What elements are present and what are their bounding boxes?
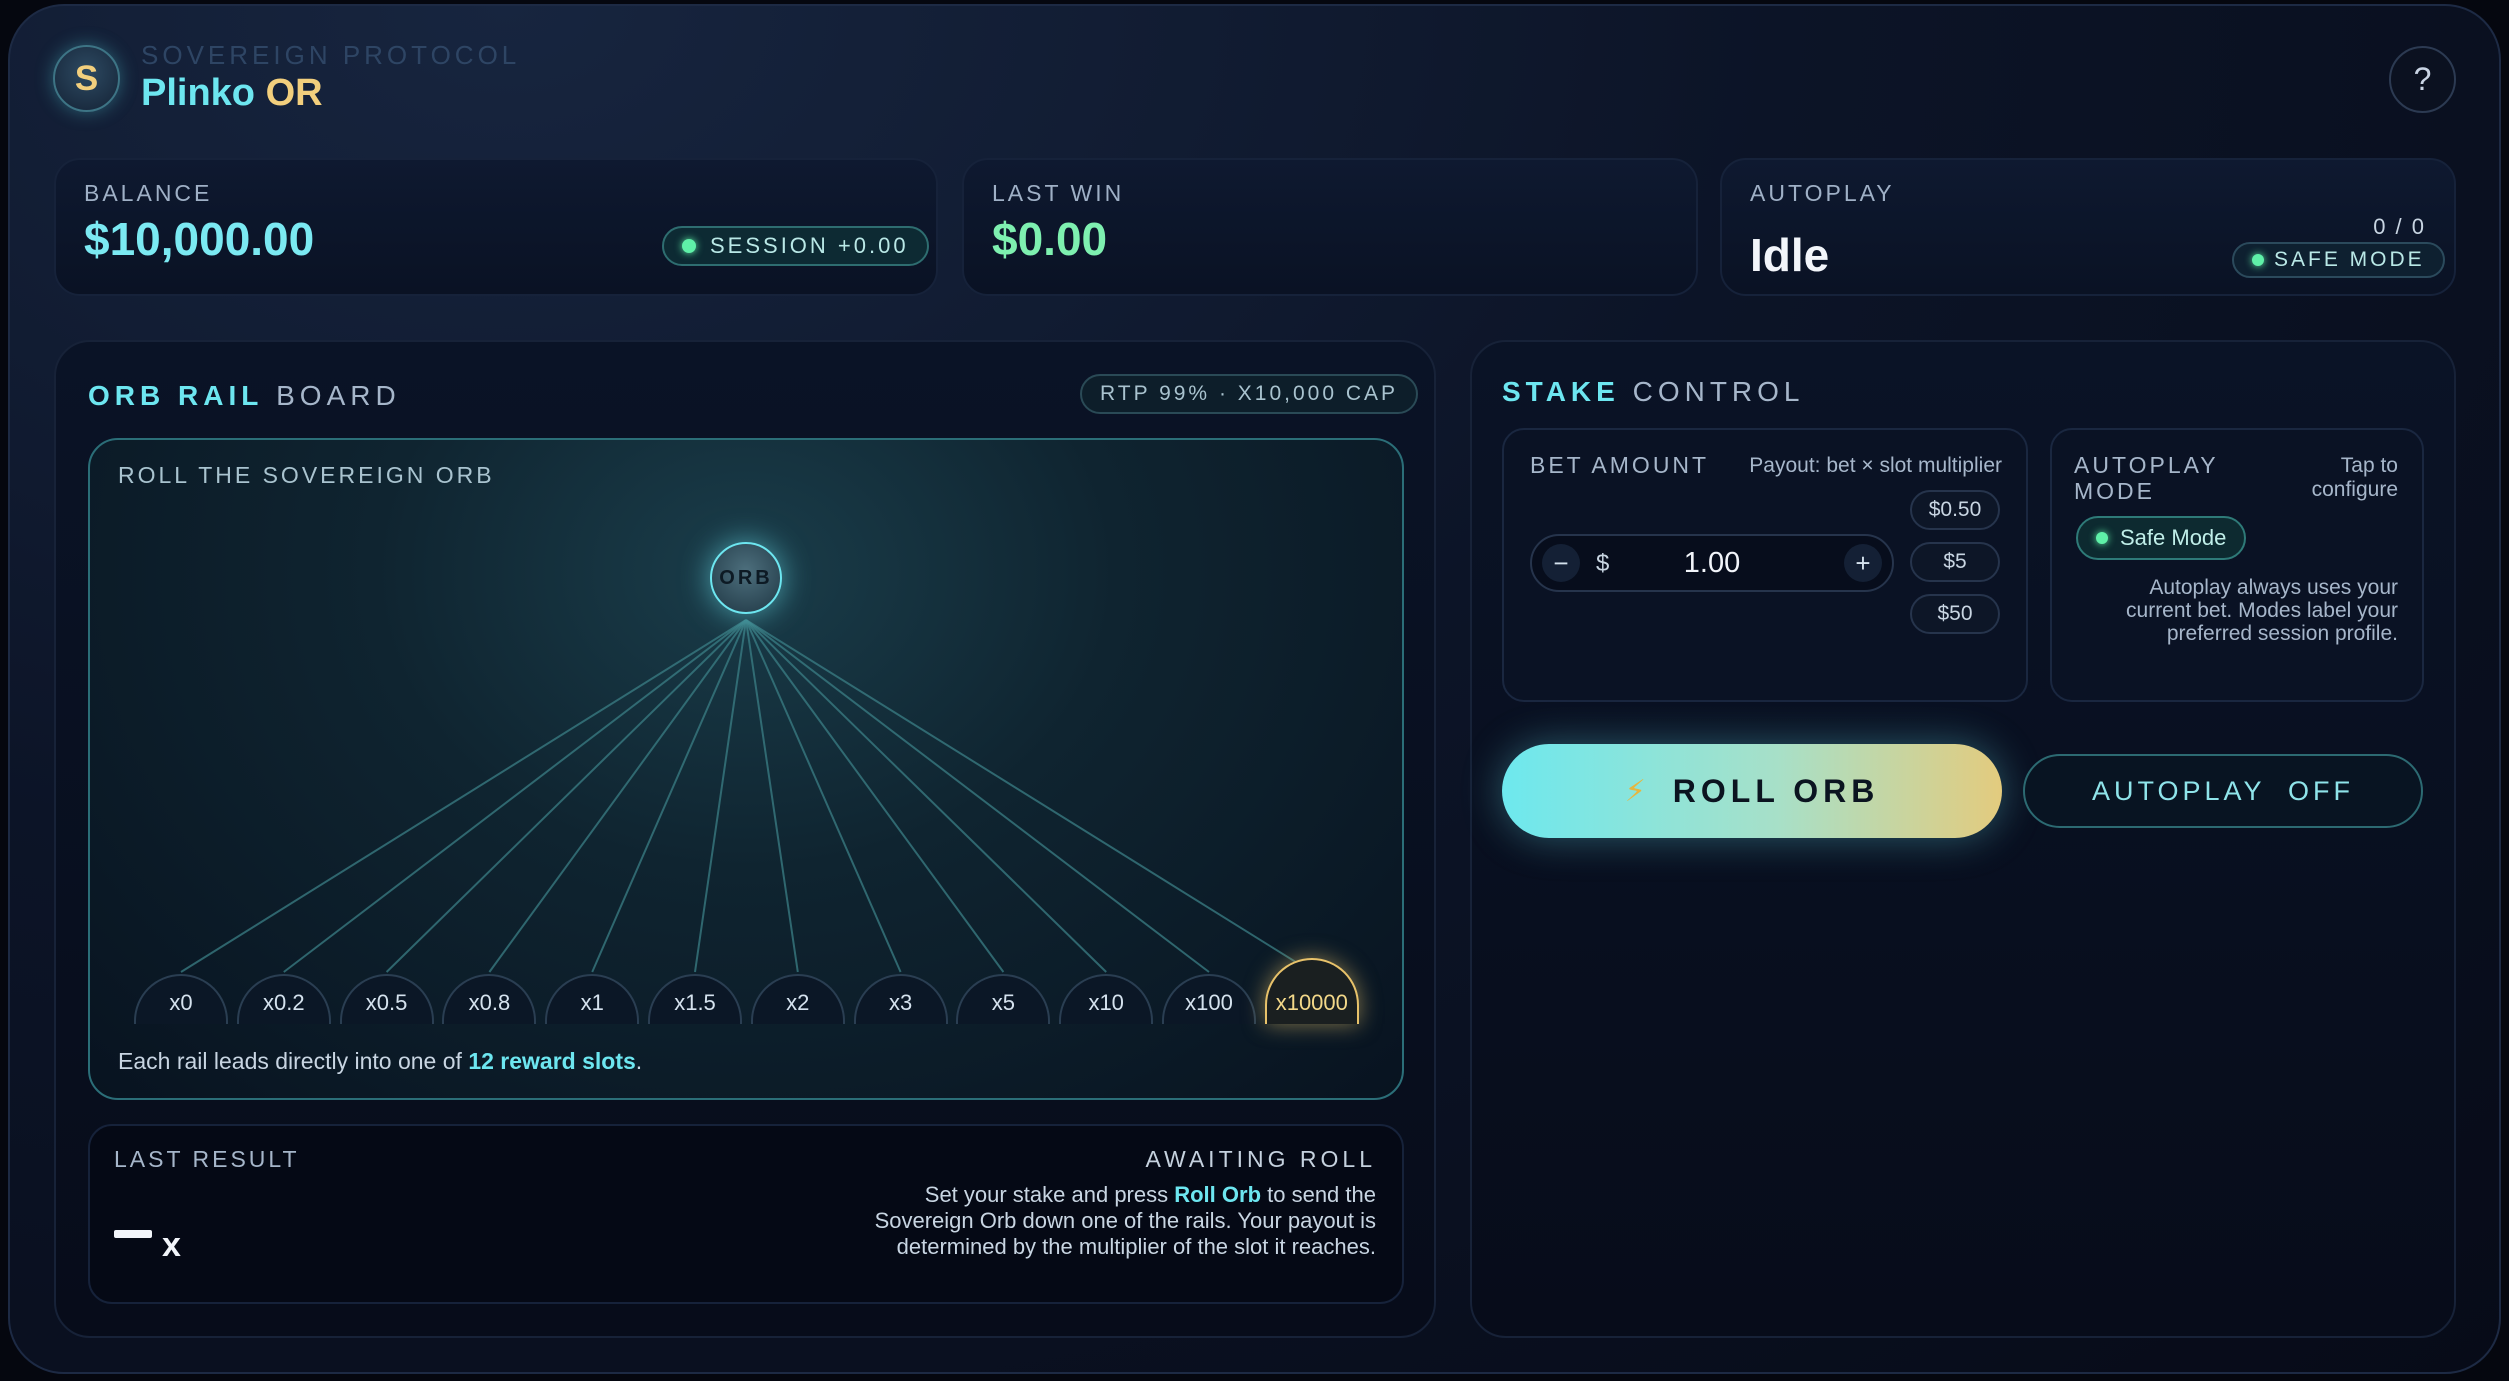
last-win-label: LAST WIN — [992, 180, 1125, 206]
result-description: Set your stake and press Roll Orb to sen… — [856, 1182, 1376, 1260]
orb: ORB — [710, 542, 782, 614]
rail-line — [180, 619, 747, 973]
roll-status: AWAITING ROLL — [1145, 1146, 1376, 1172]
rail-line — [745, 619, 1313, 973]
autoplay-mode-card[interactable]: AUTOPLAY MODE Tap to configure Safe Mode… — [2050, 428, 2424, 702]
safe-mode-pill-text: Safe Mode — [2120, 525, 2227, 550]
status-dot-icon — [2096, 532, 2108, 544]
brand-title-main: Plinko — [141, 72, 256, 114]
increase-bet-button[interactable]: + — [1844, 544, 1882, 582]
rail-line — [385, 619, 747, 973]
status-dot-icon — [682, 239, 696, 253]
result-desc-highlight: Roll Orb — [1174, 1182, 1262, 1207]
autoplay-mode-label: AUTOPLAY MODE — [2074, 452, 2219, 504]
stake-title-rest: CONTROL — [1632, 376, 1805, 407]
last-win-value: $0.00 — [992, 213, 1108, 265]
last-result-label: LAST RESULT — [114, 1146, 300, 1172]
chip-50[interactable]: $50 — [1910, 594, 2000, 634]
roll-orb-button[interactable]: ⚡ ROLL ORB — [1502, 744, 2002, 838]
status-dot-icon — [2252, 254, 2264, 266]
board-title-highlight: ORB RAIL — [88, 380, 264, 411]
autoplay-count: 0 / 0 — [2373, 214, 2426, 239]
currency-symbol: $ — [1596, 550, 1610, 577]
stake-title: STAKE CONTROL — [1502, 376, 1805, 408]
rail-line — [488, 619, 747, 973]
rail-line — [745, 619, 799, 973]
board-foot-highlight: 12 reward slots — [468, 1048, 636, 1074]
autoplay-label: AUTOPLAY — [1750, 180, 1895, 206]
rail-line — [745, 619, 1107, 973]
bet-stepper[interactable]: − $ 1.00 + — [1530, 534, 1894, 592]
last-result-card: LAST RESULT AWAITING ROLL x Set your sta… — [88, 1124, 1404, 1304]
board-title-rest: BOARD — [276, 380, 401, 411]
result-desc-pre: Set your stake and press — [924, 1182, 1175, 1207]
roll-orb-label: ROLL ORB — [1672, 772, 1880, 809]
bet-amount-input[interactable]: 1.00 — [1652, 547, 1772, 580]
autoplay-status: Idle — [1750, 229, 1830, 281]
board-foot-pre: Each rail leads directly into one of — [118, 1048, 469, 1074]
safe-mode-text: SAFE MODE — [2274, 248, 2425, 271]
logo-badge: S — [53, 45, 120, 112]
brand-title: Plinko OR — [141, 72, 323, 115]
tap-to-configure-hint: Tap to configure — [2311, 454, 2398, 501]
result-multiplier: x — [162, 1226, 181, 1264]
rail-line — [745, 619, 1210, 973]
autoplay-note: Autoplay always uses your current bet. M… — [2126, 576, 2398, 645]
brand-title-accent: OR — [265, 72, 323, 114]
bet-amount-card: BET AMOUNT Payout: bet × slot multiplier… — [1502, 428, 2028, 702]
rtp-badge: RTP 99% · X10,000 CAP — [1080, 374, 1419, 414]
balance-card: BALANCE $10,000.00 SESSION +0.00 — [54, 158, 938, 296]
stake-title-highlight: STAKE — [1502, 376, 1620, 407]
chip-0-50[interactable]: $0.50 — [1910, 490, 2000, 530]
lightning-icon: ⚡ — [1624, 774, 1651, 808]
autoplay-card: AUTOPLAY Idle 0 / 0 SAFE MODE — [1720, 158, 2456, 296]
result-dash — [114, 1230, 152, 1238]
chip-5[interactable]: $5 — [1910, 542, 2000, 582]
board-footnote: Each rail leads directly into one of 12 … — [118, 1048, 642, 1075]
safe-mode-pill[interactable]: Safe Mode — [2076, 516, 2247, 560]
safe-mode-badge: SAFE MODE — [2232, 242, 2445, 278]
plinko-board: ROLL THE SOVEREIGN ORB ORB x0 x0.2 x0.5 x0.… — [88, 438, 1404, 1100]
help-button[interactable]: ? — [2389, 46, 2456, 113]
autoplay-toggle-button[interactable]: AUTOPLAY OFF — [2023, 754, 2423, 828]
brand-supertitle: SOVEREIGN PROTOCOL — [141, 40, 521, 70]
balance-value: $10,000.00 — [84, 213, 315, 265]
rail-line — [745, 619, 902, 973]
decrease-bet-button[interactable]: − — [1542, 544, 1580, 582]
payout-note: Payout: bet × slot multiplier — [1749, 454, 2002, 477]
balance-label: BALANCE — [84, 180, 213, 206]
rail-line — [283, 619, 747, 973]
board-title: ORB RAIL BOARD — [88, 380, 401, 412]
session-badge: SESSION +0.00 — [662, 226, 929, 266]
bet-amount-label: BET AMOUNT — [1530, 452, 1710, 478]
rail-line — [591, 619, 747, 973]
board-foot-post: . — [635, 1048, 643, 1074]
last-win-card: LAST WIN $0.00 — [962, 158, 1698, 296]
rail-line — [694, 619, 747, 973]
rail-line — [745, 619, 1005, 973]
session-text: SESSION +0.00 — [710, 233, 909, 258]
